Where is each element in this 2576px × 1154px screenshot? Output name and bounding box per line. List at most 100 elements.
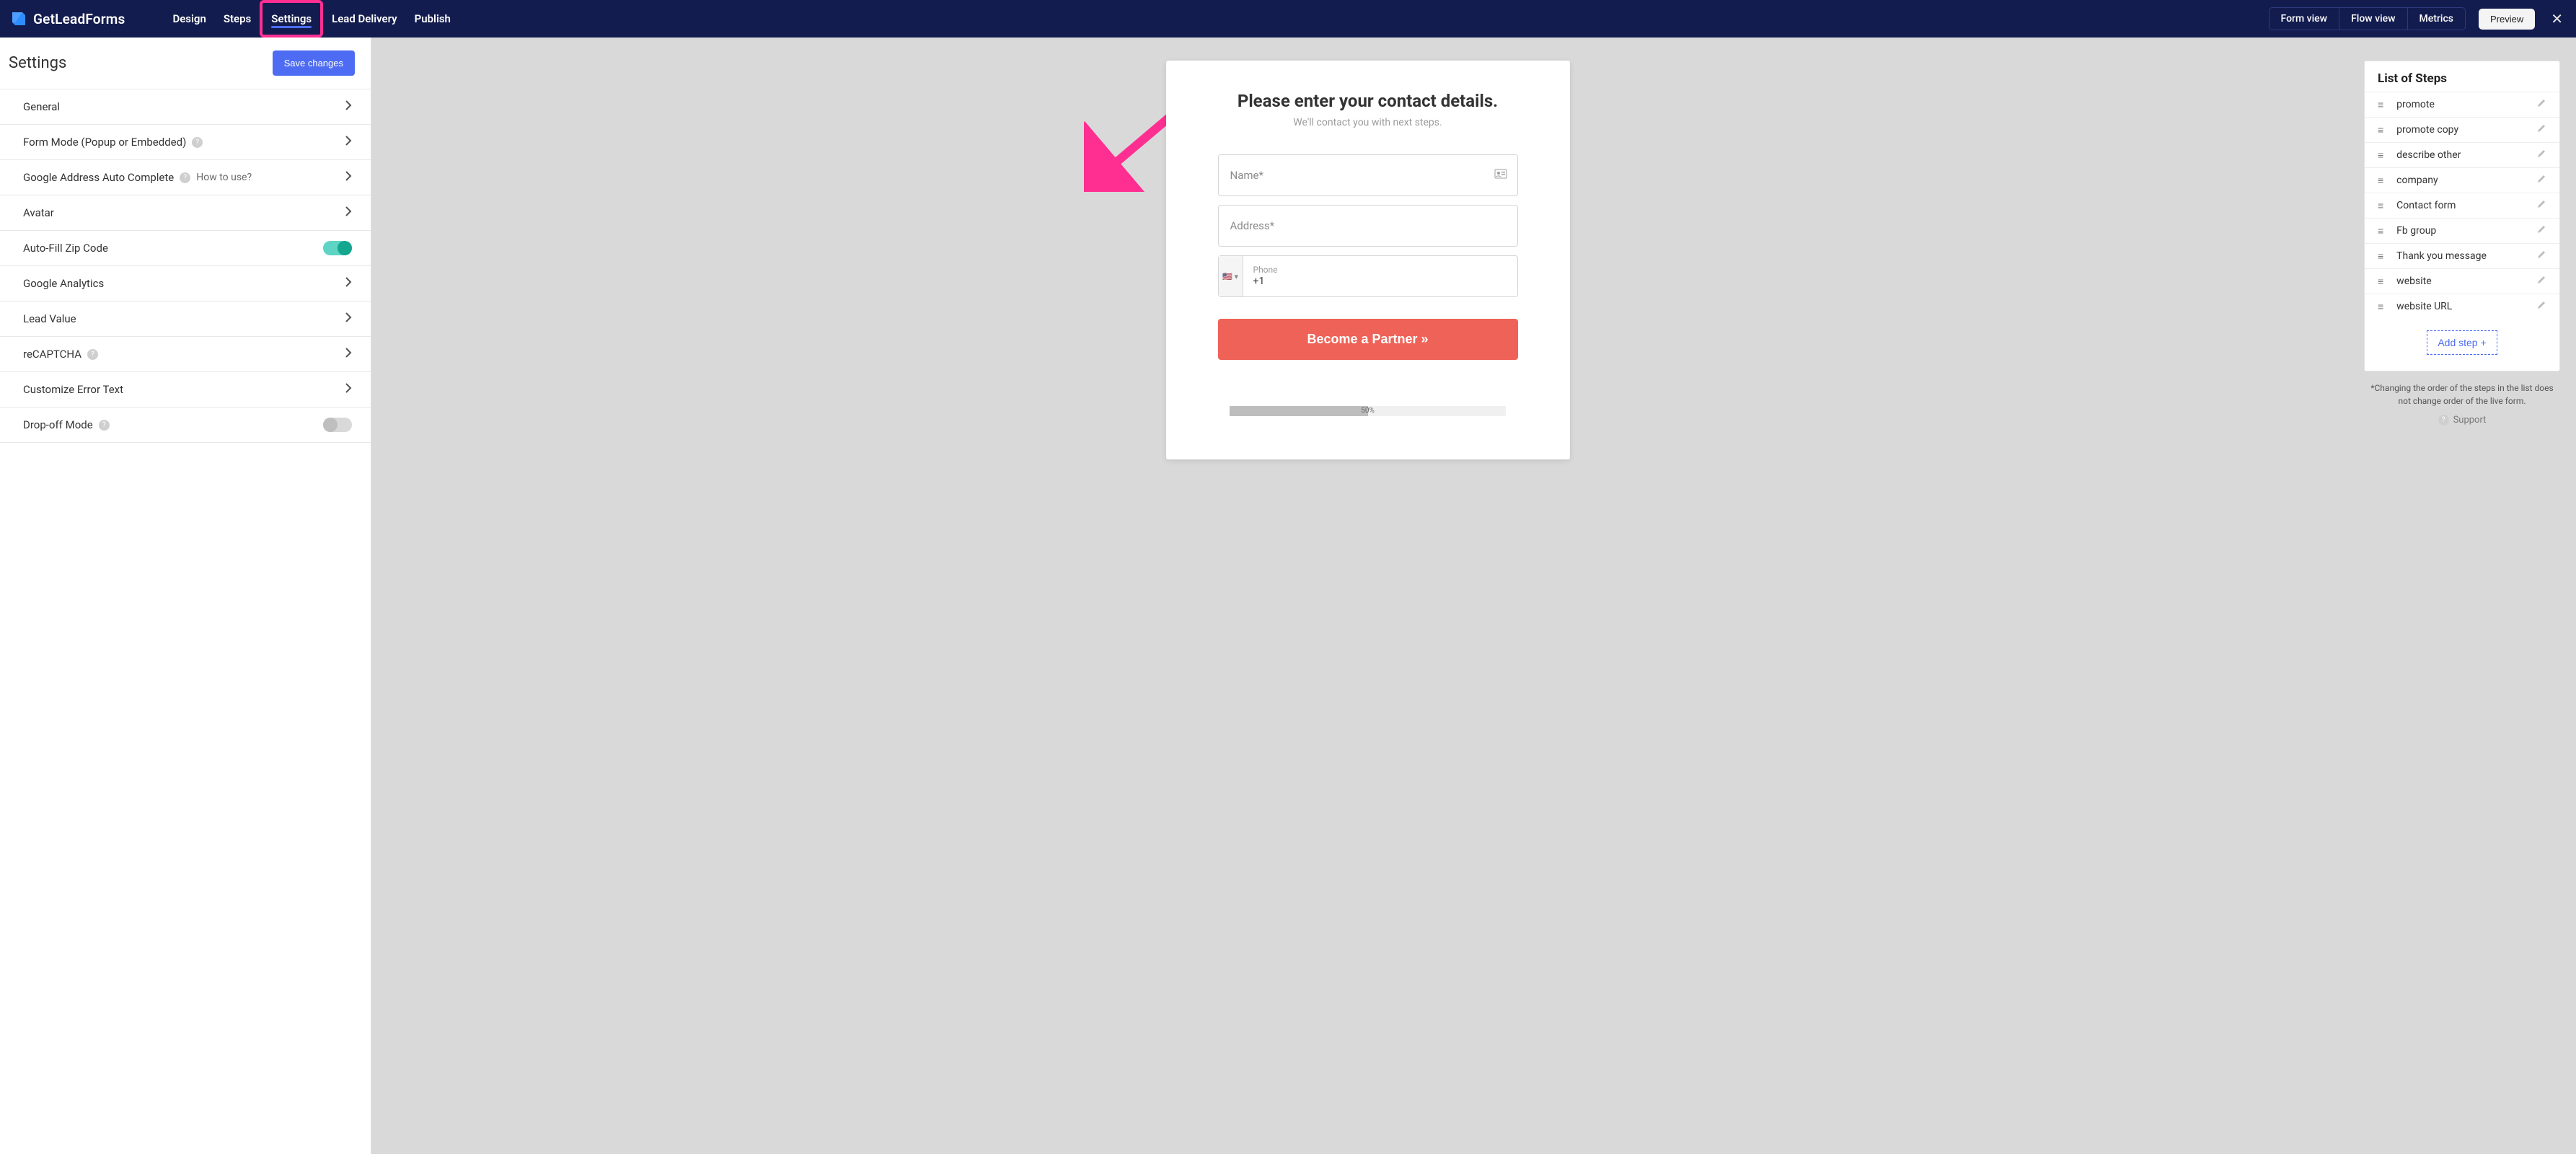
settings-row-recaptcha[interactable]: reCAPTCHA ? <box>0 337 371 372</box>
step-row[interactable]: ≡ promote <box>2365 92 2559 117</box>
settings-label: Customize Error Text <box>23 383 123 396</box>
auto-zip-toggle[interactable] <box>323 241 352 255</box>
chevron-right-icon <box>345 347 352 361</box>
step-row[interactable]: ≡Fb group <box>2365 218 2559 243</box>
nav-lead-delivery[interactable]: Lead Delivery <box>323 0 406 38</box>
edit-pencil-icon[interactable] <box>2536 250 2546 263</box>
chevron-right-icon <box>345 206 352 220</box>
view-tab-form[interactable]: Form view <box>2270 8 2340 30</box>
drag-handle-icon[interactable]: ≡ <box>2378 250 2383 263</box>
step-row[interactable]: ≡ company <box>2365 167 2559 193</box>
add-step-button[interactable]: Add step + <box>2427 330 2497 355</box>
settings-row-form-mode[interactable]: Form Mode (Popup or Embedded) ? <box>0 125 371 160</box>
drag-handle-icon[interactable]: ≡ <box>2378 276 2383 288</box>
settings-row-ga[interactable]: Google Analytics <box>0 266 371 301</box>
edit-pencil-icon[interactable] <box>2536 300 2546 313</box>
settings-label: Lead Value <box>23 312 76 325</box>
submit-cta-button[interactable]: Become a Partner » <box>1218 319 1518 360</box>
save-changes-button[interactable]: Save changes <box>273 50 355 76</box>
help-icon[interactable]: ? <box>180 172 190 183</box>
chevron-right-icon <box>345 100 352 114</box>
chevron-right-icon <box>345 170 352 185</box>
view-tab-metrics[interactable]: Metrics <box>2408 8 2465 30</box>
address-field[interactable]: Address* <box>1218 205 1518 247</box>
step-row[interactable]: ≡ promote copy <box>2365 117 2559 142</box>
name-field[interactable]: Name* <box>1218 154 1518 196</box>
step-name-label: promote copy <box>2396 124 2523 136</box>
edit-pencil-icon[interactable] <box>2536 149 2546 162</box>
drag-handle-icon[interactable]: ≡ <box>2378 225 2383 237</box>
view-tab-flow[interactable]: Flow view <box>2339 8 2408 30</box>
nav-publish[interactable]: Publish <box>406 0 459 38</box>
settings-label: Google Address Auto Complete <box>23 171 174 184</box>
settings-sidebar: Settings Save changes General Form Mode … <box>0 38 371 1154</box>
chevron-right-icon <box>345 276 352 291</box>
progress-bar: 50% <box>1230 406 1506 416</box>
settings-row-custom-error[interactable]: Customize Error Text <box>0 372 371 408</box>
chevron-right-icon <box>345 135 352 149</box>
settings-label: Drop-off Mode <box>23 418 93 431</box>
settings-row-auto-zip: Auto-Fill Zip Code <box>0 231 371 266</box>
edit-pencil-icon[interactable] <box>2536 123 2546 136</box>
step-row[interactable]: ≡website URL <box>2365 294 2559 319</box>
phone-label: Phone <box>1253 265 1507 275</box>
how-to-use-link[interactable]: How to use? <box>196 172 252 183</box>
chevron-right-icon <box>345 312 352 326</box>
drag-handle-icon[interactable]: ≡ <box>2378 175 2383 187</box>
step-row[interactable]: ≡ Thank you message <box>2365 243 2559 268</box>
help-icon[interactable]: ? <box>192 137 203 148</box>
drag-handle-icon[interactable]: ≡ <box>2378 149 2383 162</box>
settings-title: Settings <box>9 54 66 72</box>
topbar: GetLeadForms Design Steps Settings Lead … <box>0 0 2576 38</box>
step-name-label: company <box>2396 175 2523 186</box>
settings-header: Settings Save changes <box>0 38 371 89</box>
country-flag-dropdown[interactable]: 🇺🇸 ▾ <box>1219 256 1243 296</box>
drag-handle-icon[interactable]: ≡ <box>2378 200 2383 212</box>
brand-logo[interactable]: GetLeadForms <box>10 10 125 27</box>
edit-pencil-icon[interactable] <box>2536 199 2546 212</box>
nav-steps[interactable]: Steps <box>215 0 260 38</box>
drag-handle-icon[interactable]: ≡ <box>2378 124 2383 136</box>
main-layout: Settings Save changes General Form Mode … <box>0 38 2576 1154</box>
phone-field[interactable]: 🇺🇸 ▾ Phone +1 <box>1218 255 1518 297</box>
main-nav: Design Steps Settings Lead Delivery Publ… <box>164 0 459 38</box>
settings-row-avatar[interactable]: Avatar <box>0 195 371 231</box>
step-row[interactable]: ≡website <box>2365 268 2559 294</box>
step-name-label: promote <box>2396 99 2523 110</box>
phone-value: +1 <box>1253 276 1507 288</box>
nav-settings[interactable]: Settings <box>260 0 323 38</box>
drag-handle-icon[interactable]: ≡ <box>2378 99 2383 111</box>
support-link[interactable]: ? Support <box>2364 415 2560 426</box>
brand-name: GetLeadForms <box>33 11 125 27</box>
progress-label: 50% <box>1230 406 1506 416</box>
help-icon[interactable]: ? <box>99 420 110 431</box>
preview-button[interactable]: Preview <box>2479 9 2535 30</box>
dropoff-toggle[interactable] <box>323 418 352 432</box>
settings-row-google-address[interactable]: Google Address Auto Complete ? How to us… <box>0 160 371 195</box>
drag-handle-icon[interactable]: ≡ <box>2378 301 2383 313</box>
steps-sidebar: List of Steps ≡promote≡promote copy≡desc… <box>2364 38 2576 1154</box>
step-name-label: Thank you message <box>2396 250 2523 262</box>
close-icon[interactable]: ✕ <box>2551 10 2563 27</box>
settings-label: General <box>23 100 60 113</box>
help-icon[interactable]: ? <box>87 349 98 360</box>
edit-pencil-icon[interactable] <box>2536 174 2546 187</box>
settings-label: Google Analytics <box>23 277 104 290</box>
address-placeholder: Address* <box>1230 219 1275 232</box>
settings-row-general[interactable]: General <box>0 89 371 125</box>
steps-panel: List of Steps ≡promote≡promote copy≡desc… <box>2364 61 2560 371</box>
settings-label: Avatar <box>23 206 54 219</box>
steps-hint: *Changing the order of the steps in the … <box>2364 382 2560 408</box>
logo-icon <box>10 10 27 27</box>
step-row[interactable]: ≡describe other <box>2365 142 2559 167</box>
edit-pencil-icon[interactable] <box>2536 275 2546 288</box>
nav-design[interactable]: Design <box>164 0 214 38</box>
form-preview-card: Please enter your contact details. We'll… <box>1166 61 1570 459</box>
step-row[interactable]: ≡Contact form <box>2365 193 2559 218</box>
chevron-right-icon <box>345 382 352 397</box>
form-subheading: We'll contact you with next steps. <box>1218 117 1518 128</box>
edit-pencil-icon[interactable] <box>2536 98 2546 111</box>
settings-row-lead-value[interactable]: Lead Value <box>0 301 371 337</box>
settings-label: reCAPTCHA <box>23 348 81 361</box>
edit-pencil-icon[interactable] <box>2536 224 2546 237</box>
